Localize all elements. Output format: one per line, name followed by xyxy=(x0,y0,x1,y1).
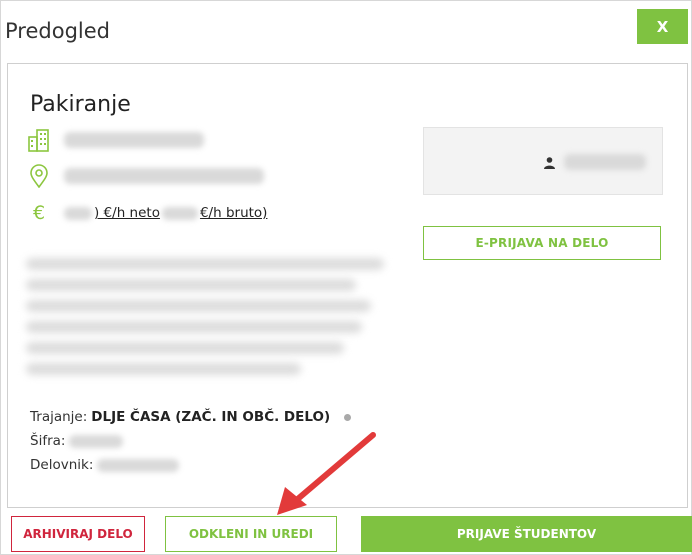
job-card: Pakiranje €) €/h neto €/h bruto) Trajan… xyxy=(7,63,688,508)
pay-row: € ) €/h neto €/h bruto) xyxy=(28,201,268,225)
job-title: Pakiranje xyxy=(30,92,131,117)
schedule-value-redacted xyxy=(97,458,180,472)
schedule-label: Delovnik: xyxy=(30,457,94,473)
job-description-redacted xyxy=(26,250,386,384)
duration-row: Trajanje: DLJE ČASA (ZAČ. IN OBČ. DELO) xyxy=(30,409,352,425)
code-label: Šifra: xyxy=(30,433,66,449)
duration-value: DLJE ČASA (ZAČ. IN OBČ. DELO) xyxy=(91,409,331,425)
archive-job-button[interactable]: ARHIVIRAJ DELO xyxy=(11,516,145,552)
company-row xyxy=(28,128,204,152)
company-name-redacted xyxy=(64,132,204,148)
close-button[interactable]: X xyxy=(637,9,688,44)
pay-text: ) €/h neto €/h bruto) xyxy=(64,205,267,221)
dialog-title: Predogled xyxy=(5,19,110,43)
unlock-edit-button[interactable]: ODKLENI IN UREDI xyxy=(165,516,337,552)
location-row xyxy=(28,164,264,188)
student-applications-button[interactable]: PRIJAVE ŠTUDENTOV xyxy=(361,516,692,552)
code-row: Šifra: xyxy=(30,433,124,449)
building-icon xyxy=(28,128,50,152)
info-dot-icon xyxy=(344,413,352,421)
contact-box xyxy=(423,127,663,195)
pay-bruto-label: €/h bruto) xyxy=(199,205,268,221)
neto-amount-redacted xyxy=(64,206,92,220)
address-redacted xyxy=(64,168,264,184)
preview-dialog: Predogled X Pakiranje €) €/h neto €/h b… xyxy=(0,0,692,555)
code-value-redacted xyxy=(69,434,124,448)
duration-label: Trajanje: xyxy=(30,409,88,425)
e-prijava-button[interactable]: E-PRIJAVA NA DELO xyxy=(423,226,661,260)
pay-neto-label: ) €/h neto xyxy=(94,205,160,221)
location-pin-icon xyxy=(28,164,50,188)
contact-name-redacted xyxy=(564,154,646,170)
bruto-amount-redacted xyxy=(161,206,198,220)
person-icon xyxy=(544,157,555,169)
euro-icon: € xyxy=(32,202,46,224)
schedule-row: Delovnik: xyxy=(30,457,180,473)
